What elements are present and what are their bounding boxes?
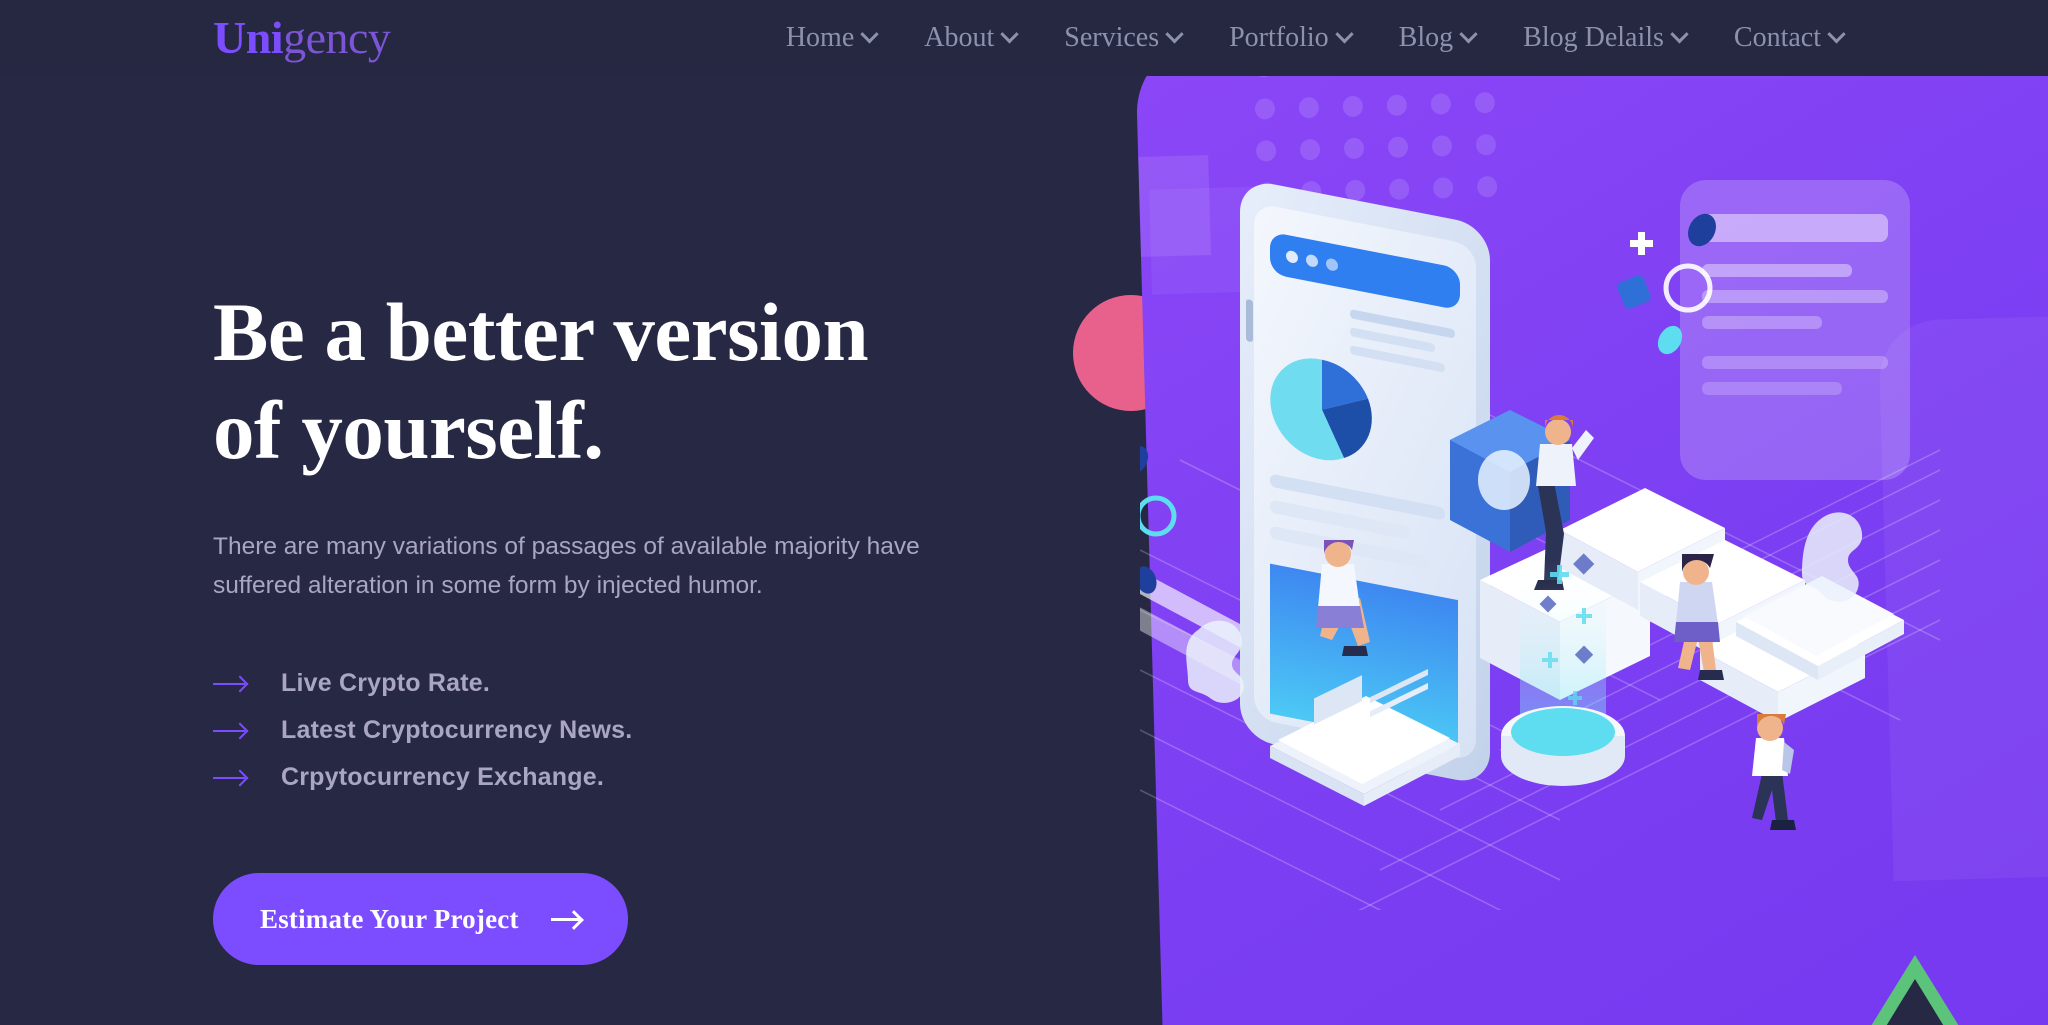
dot [1387,136,1409,158]
nav-item-label: Home [785,22,855,53]
nav-item-home[interactable]: Home [785,22,879,54]
cta-label: Estimate Your Project [260,903,519,934]
headline-line-2: of yourself. [213,383,604,476]
purple-hero-card [1135,12,2048,1025]
nav-item-about[interactable]: About [924,22,1019,54]
nav-item-label: Contact [1733,22,1821,53]
feature-label: Latest Cryptocurrency News. [281,716,633,745]
chevron-down-icon [1000,24,1019,43]
dot [1344,179,1366,202]
headline-line-1: Be a better version [213,286,869,378]
dot [1386,94,1408,116]
isometric-illustration [1140,110,1940,910]
chevron-down-icon [1459,24,1478,43]
nav-item-portfolio[interactable]: Portfolio [1229,22,1354,54]
dot-grid-decoration [1253,49,1498,227]
dot-row [1256,175,1498,204]
dot [1430,93,1452,115]
nav-item-label: Portfolio [1229,22,1329,53]
dot-row [1254,91,1496,120]
nav-item-label: Blog Delails [1523,22,1664,53]
dot [1476,175,1498,198]
nav-item-contact[interactable]: Contact [1733,22,1846,54]
green-triangle-decoration [1858,955,1972,1025]
arrow-right-icon [213,729,245,733]
nav-item-label: Services [1064,22,1160,53]
nav-item-blog[interactable]: Blog [1398,22,1478,54]
hero-content: Be a better version of yourself. There a… [213,76,973,966]
list-item: Live Crypto Rate. [213,660,973,707]
dot [1431,135,1453,157]
dot [1343,137,1365,160]
site-logo[interactable]: Unigency [213,12,391,63]
chevron-down-icon [1827,24,1846,43]
hero-subtext: There are many variations of passages of… [213,532,920,599]
estimate-your-project-button[interactable]: Estimate Your Project [213,873,628,966]
dot [1474,91,1496,114]
dot [1300,180,1322,203]
logo-bold-part: Uni [213,12,284,63]
nav-item-services[interactable]: Services [1064,22,1184,54]
arrow-right-icon [213,682,245,686]
dot [1432,177,1454,199]
chevron-down-icon [1334,24,1354,43]
nav-item-label: About [924,22,995,53]
pink-circle-decoration [1073,295,1189,411]
dot [1342,95,1364,118]
list-item: Latest Cryptocurrency News. [213,707,973,754]
dot [1475,133,1497,156]
logo-light-part: gency [283,12,391,63]
dot [1299,138,1321,161]
square-decoration-2 [1149,186,1263,295]
arrow-right-icon [550,917,581,921]
dot [1298,96,1320,119]
list-item: Crpytocurrency Exchange. [213,754,973,801]
square-decoration-1 [1135,155,1211,259]
dot [1255,140,1277,162]
dot-row [1255,133,1497,162]
chevron-down-icon [1165,24,1184,43]
page-title: Be a better version of yourself. [213,284,973,480]
dot [1256,182,1278,204]
feature-label: Crpytocurrency Exchange. [281,763,604,792]
dot [1388,178,1410,200]
main-navigation: Home About Services Portfolio Blog Blog … [785,22,1846,54]
chevron-down-icon [1670,24,1689,43]
arrow-right-icon [213,776,245,780]
right-panel-decoration [1878,312,2048,882]
feature-list: Live Crypto Rate. Latest Cryptocurrency … [213,660,973,801]
nav-item-label: Blog [1398,22,1454,53]
landing-page: Unigency Home About Services Portfolio B… [0,0,2048,1025]
dot [1254,98,1276,120]
site-header: Unigency Home About Services Portfolio B… [0,0,2048,76]
chevron-down-icon [860,24,879,43]
nav-item-blog-details[interactable]: Blog Delails [1523,22,1689,54]
feature-label: Live Crypto Rate. [281,669,491,698]
